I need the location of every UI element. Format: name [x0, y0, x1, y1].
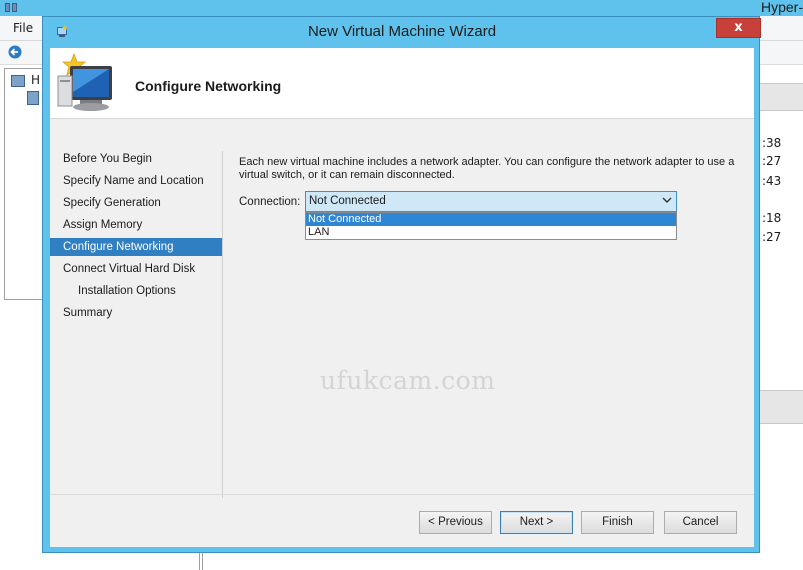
- computer-wizard-icon: [57, 52, 112, 111]
- finish-button[interactable]: Finish: [581, 511, 654, 534]
- nav-divider: [222, 151, 223, 498]
- dialog-header: Configure Networking: [50, 48, 754, 119]
- footer-divider: [50, 494, 754, 495]
- menu-file[interactable]: File: [13, 21, 33, 35]
- nav-step-summary[interactable]: Summary: [50, 304, 222, 322]
- connection-label: Connection:: [239, 196, 301, 208]
- nav-step-configure-networking[interactable]: Configure Networking: [50, 238, 222, 256]
- wizard-step-nav: Before You Begin Specify Name and Locati…: [50, 120, 222, 496]
- next-button[interactable]: Next >: [500, 511, 573, 534]
- previous-button[interactable]: < Previous: [419, 511, 492, 534]
- time-cell: :27: [762, 230, 782, 244]
- tree-root-label[interactable]: H: [31, 73, 40, 87]
- background-titlebar: Hyper-: [0, 0, 803, 16]
- cancel-button[interactable]: Cancel: [664, 511, 737, 534]
- time-cell: :18: [762, 211, 782, 225]
- background-window-title: Hyper-: [761, 0, 803, 15]
- server-icon: [11, 75, 25, 87]
- nav-step-specify-name-location[interactable]: Specify Name and Location: [50, 172, 222, 190]
- dialog-body: Configure Networking Before You Begin Sp…: [50, 48, 754, 547]
- background-right-panel: :38 :27 :43 :18 :27: [760, 65, 803, 570]
- nav-step-connect-vhd[interactable]: Connect Virtual Hard Disk: [50, 260, 222, 278]
- background-column-header: [760, 83, 803, 111]
- background-tree-pane: H: [4, 68, 42, 300]
- background-section-header: [760, 390, 803, 424]
- connection-dropdown-list: Not Connected LAN: [305, 212, 677, 240]
- time-cell: :27: [762, 154, 782, 168]
- chevron-down-icon: [662, 197, 672, 203]
- new-vm-wizard-dialog: New Virtual Machine Wizard x Configure N…: [42, 16, 761, 553]
- watermark-text: ufukcam.com: [320, 366, 496, 395]
- description-text: Each new virtual machine includes a netw…: [239, 156, 735, 181]
- hyperv-app-icon: [4, 0, 22, 14]
- close-button[interactable]: x: [716, 18, 761, 38]
- nav-step-installation-options[interactable]: Installation Options: [50, 282, 222, 300]
- dialog-title: New Virtual Machine Wizard: [307, 23, 497, 40]
- nav-step-before-you-begin[interactable]: Before You Begin: [50, 150, 222, 168]
- dropdown-option-lan[interactable]: LAN: [306, 226, 676, 239]
- server-node-icon[interactable]: [27, 91, 39, 105]
- dropdown-option-not-connected[interactable]: Not Connected: [306, 213, 676, 226]
- nav-step-specify-generation[interactable]: Specify Generation: [50, 194, 222, 212]
- time-cell: :38: [762, 136, 782, 150]
- background-splitter[interactable]: [199, 553, 203, 570]
- time-cell: :43: [762, 174, 782, 188]
- connection-selected-value: Not Connected: [309, 195, 386, 207]
- back-arrow-icon[interactable]: [8, 45, 24, 59]
- page-title: Configure Networking: [135, 78, 282, 94]
- connection-select[interactable]: Not Connected: [305, 191, 677, 212]
- nav-step-assign-memory[interactable]: Assign Memory: [50, 216, 222, 234]
- close-icon: x: [734, 20, 743, 35]
